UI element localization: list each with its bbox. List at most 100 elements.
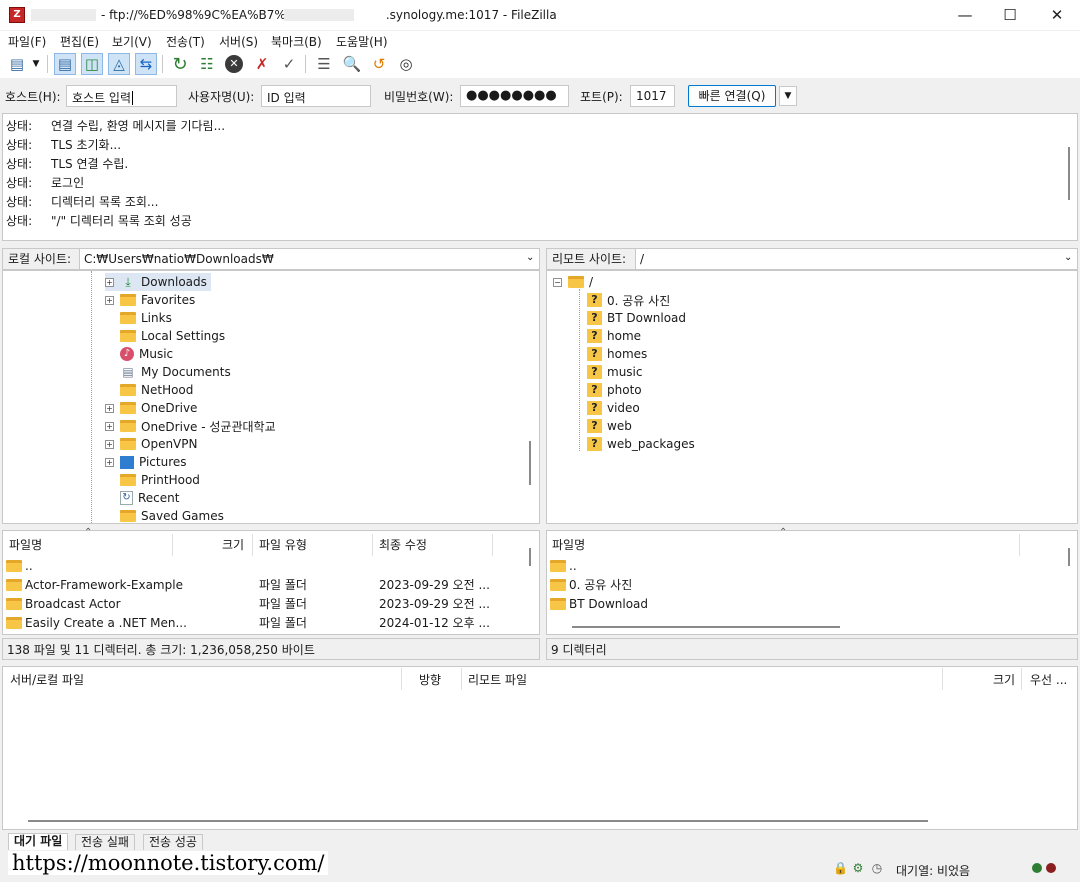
site-manager-icon[interactable]: ▤ (6, 53, 28, 75)
list-item[interactable]: 0. 공유 사진 (550, 575, 632, 594)
list-item[interactable]: .. (6, 556, 33, 575)
tree-item-favorites[interactable]: + Favorites (105, 291, 195, 309)
tree-item-recent[interactable]: ↻ Recent (105, 489, 179, 507)
tree-item-saved-games[interactable]: Saved Games (105, 507, 224, 523)
remote-tree-item[interactable]: ? video (587, 399, 640, 417)
list-item[interactable]: Actor-Framework-Example 파일 폴더 2023-09-29 오… (6, 575, 506, 594)
column-modified[interactable]: 최종 수정 (379, 536, 427, 553)
remote-tree-item[interactable]: ? web (587, 417, 632, 435)
queue-column-local-file[interactable]: 서버/로컬 파일 (10, 671, 84, 688)
tab-successful-transfers[interactable]: 전송 성공 (143, 834, 203, 850)
filter-icon[interactable]: ☰ (313, 53, 335, 75)
queue-column-size[interactable]: 크기 (993, 671, 1015, 688)
list-item[interactable]: BT Download (550, 594, 648, 613)
remote-tree-item[interactable]: ? homes (587, 345, 647, 363)
maximize-icon[interactable]: ☐ (987, 0, 1033, 31)
remote-tree-root[interactable]: − / (553, 273, 593, 291)
local-path-value: C:₩Users₩natio₩Downloads₩ (84, 252, 274, 266)
tree-item-pictures[interactable]: + Pictures (105, 453, 187, 471)
column-filename[interactable]: 파일명 (9, 536, 42, 553)
local-tree-scrollbar[interactable] (529, 441, 531, 485)
list-item[interactable]: Easily Create a .NET Men... 파일 폴더 2024-01-… (6, 613, 506, 632)
refresh-icon[interactable]: ↻ (169, 53, 191, 75)
column-filetype[interactable]: 파일 유형 (259, 536, 307, 553)
log-line: 상태: TLS 연결 수립. (6, 157, 129, 171)
tree-item-nethood[interactable]: NetHood (105, 381, 193, 399)
host-input[interactable]: 호스트 입력 (66, 85, 177, 107)
remote-tree-item[interactable]: ? music (587, 363, 642, 381)
tree-item-printhood[interactable]: PrintHood (105, 471, 200, 489)
menu-view[interactable]: 보기(V) (112, 33, 152, 50)
menu-transfer[interactable]: 전송(T) (166, 33, 205, 50)
tree-item-openvpn[interactable]: + OpenVPN (105, 435, 197, 453)
tree-item-onedrive[interactable]: + OneDrive (105, 399, 197, 417)
search-icon[interactable]: ◎ (395, 53, 417, 75)
menu-bookmarks[interactable]: 북마크(B) (271, 33, 322, 50)
password-input[interactable]: ●●●●●●●● (460, 85, 569, 107)
menu-help[interactable]: 도움말(H) (336, 33, 388, 50)
local-list-scrollbar[interactable] (529, 548, 531, 566)
menu-server[interactable]: 서버(S) (219, 33, 258, 50)
tree-item-downloads[interactable]: + ⤓ Downloads (105, 273, 211, 291)
remote-tree-item[interactable]: ? 0. 공유 사진 (587, 291, 670, 309)
remote-tree-item[interactable]: ? photo (587, 381, 642, 399)
remote-tree-item[interactable]: ? home (587, 327, 641, 345)
title-redacted-host (284, 9, 354, 21)
tree-item-music[interactable]: ♪ Music (105, 345, 173, 363)
queue-column-direction[interactable]: 방향 (419, 671, 441, 688)
toolbar-separator (47, 55, 48, 73)
queue-hscrollbar[interactable] (28, 820, 928, 822)
toggle-remote-tree-icon[interactable]: ◬ (108, 53, 130, 75)
remote-list-scrollbar[interactable] (1068, 548, 1070, 566)
menu-edit[interactable]: 편집(E) (60, 33, 99, 50)
sync-browse-icon[interactable]: ↺ (368, 53, 390, 75)
menu-file[interactable]: 파일(F) (8, 33, 46, 50)
folder-icon (120, 474, 136, 486)
queue-column-priority[interactable]: 우선 ... (1030, 671, 1067, 688)
toggle-queue-icon[interactable]: ⇆ (135, 53, 157, 75)
list-item[interactable]: Broadcast Actor 파일 폴더 2023-09-29 오전 ... (6, 594, 506, 613)
toolbar-separator (305, 55, 306, 73)
quickconnect-dropdown-icon[interactable]: ▼ (779, 86, 797, 106)
port-input[interactable]: 1017 (630, 85, 675, 107)
column-size[interactable]: 크기 (222, 536, 244, 553)
remote-path-input[interactable] (635, 248, 1078, 270)
tab-failed-transfers[interactable]: 전송 실패 (75, 834, 135, 850)
queue-column-remote-file[interactable]: 리모트 파일 (468, 671, 527, 688)
speed-limit-icon: ◷ (871, 861, 883, 875)
queue-status: 대기열: 비었음 (896, 864, 971, 878)
remote-tree-item[interactable]: ? BT Download (587, 309, 686, 327)
quickconnect-button[interactable]: 빠른 연결(Q) (688, 85, 776, 107)
tree-item-onedrive-skku[interactable]: + OneDrive - 성균관대학교 (105, 417, 276, 435)
toggle-local-tree-icon[interactable]: ◫ (81, 53, 103, 75)
tree-item-my-documents[interactable]: ▤ My Documents (105, 363, 230, 381)
unknown-folder-icon: ? (587, 311, 602, 325)
toolbar: ▤ ▼ ▤ ◫ ◬ ⇆ ↻ ☷ ✕ ✗ ✓ ☰ 🔍 ↺ ◎ (0, 51, 1080, 78)
cancel-icon[interactable]: ✕ (223, 53, 245, 75)
tree-guide-line (91, 271, 92, 523)
toggle-log-icon[interactable]: ▤ (54, 53, 76, 75)
close-icon[interactable]: ✕ (1034, 0, 1080, 31)
user-input[interactable]: ID 입력 (261, 85, 371, 107)
column-filename[interactable]: 파일명 (552, 536, 585, 553)
remote-tree-item[interactable]: ? web_packages (587, 435, 695, 453)
unknown-folder-icon: ? (587, 401, 602, 415)
process-queue-icon[interactable]: ☷ (196, 53, 218, 75)
dropdown-icon[interactable]: ▼ (29, 53, 43, 75)
disconnect-icon[interactable]: ✗ (251, 53, 273, 75)
log-scrollbar[interactable] (1068, 147, 1070, 200)
remote-list-hscrollbar[interactable] (572, 626, 840, 628)
column-separator (1021, 668, 1022, 690)
chevron-down-icon[interactable]: ⌄ (1064, 252, 1072, 263)
tab-queued-files[interactable]: 대기 파일 (8, 833, 69, 850)
compare-icon[interactable]: 🔍 (341, 53, 363, 75)
chevron-down-icon[interactable]: ⌄ (526, 252, 534, 263)
column-separator (1019, 534, 1020, 556)
receive-led-icon (1032, 863, 1042, 873)
tree-item-links[interactable]: Links (105, 309, 172, 327)
tree-item-local-settings[interactable]: Local Settings (105, 327, 225, 345)
list-item[interactable]: .. (550, 556, 577, 575)
minimize-icon[interactable]: — (942, 0, 988, 31)
unknown-folder-icon: ? (587, 419, 602, 433)
reconnect-icon[interactable]: ✓ (278, 53, 300, 75)
